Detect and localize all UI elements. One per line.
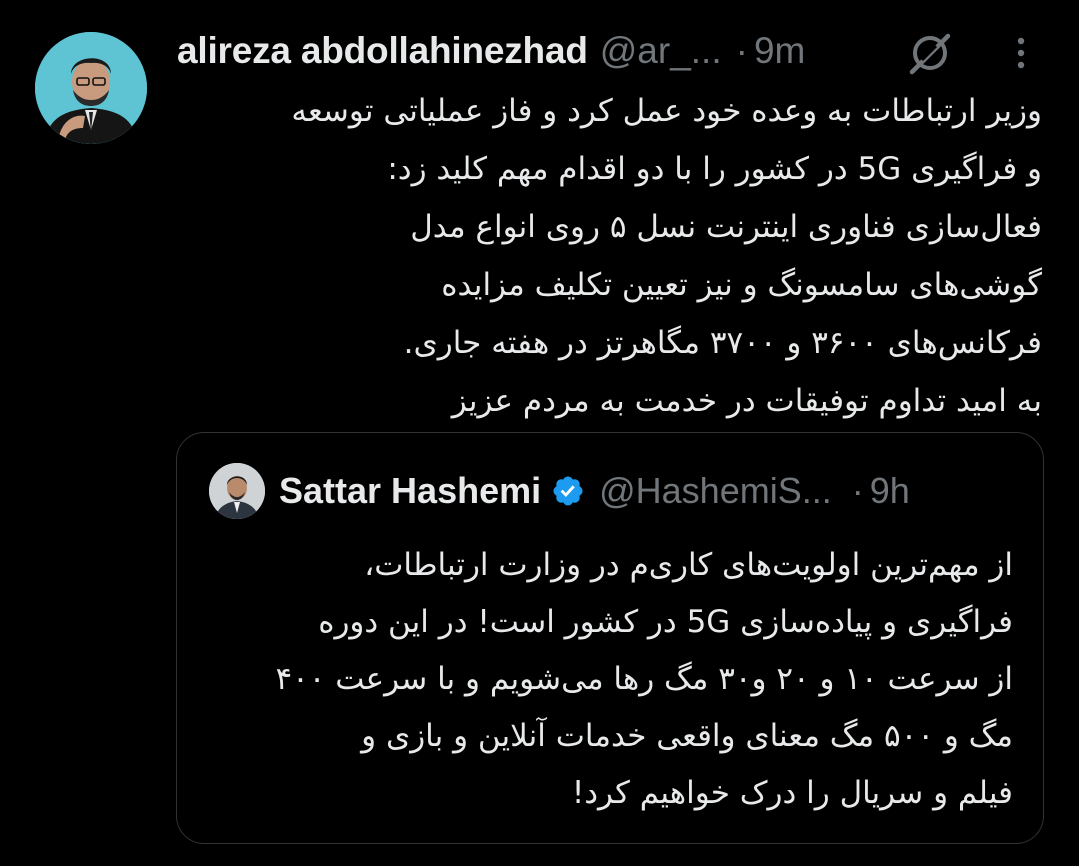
quoted-tweet-card[interactable]: Sattar Hashemi @HashemiS... · 9h از مهم‌… — [176, 432, 1044, 844]
more-options-icon[interactable] — [1006, 30, 1036, 76]
tweet-text-line: وزیر ارتباطات به وعده خود عمل کرد و فاز … — [291, 93, 1042, 129]
quoted-text-line: فراگیری و پیاده‌سازی 5G در کشور است! در … — [318, 604, 1013, 640]
tweet-text-line: و فراگیری 5G در کشور را با دو اقدام مهم … — [387, 151, 1042, 187]
user-avatar-icon — [35, 32, 147, 144]
separator-dot: · — [735, 30, 748, 71]
quoted-text-line: مگ و ۵۰۰ مگ معنای واقعی خدمات آنلاین و ب… — [361, 718, 1013, 754]
author-handle[interactable]: @ar_... — [600, 30, 722, 72]
tweet-text-line: به امید تداوم توفیقات در خدمت به مردم عز… — [451, 383, 1042, 419]
author-avatar[interactable] — [35, 32, 147, 144]
tweet-text-line: فرکانس‌های ۳۶۰۰ و ۳۷۰۰ مگاهرتز در هفته ج… — [403, 325, 1042, 361]
quoted-author-avatar[interactable] — [209, 463, 265, 519]
quoted-text-line: از سرعت ۱۰ و ۲۰ و۳۰ مگ رها می‌شویم و با … — [275, 661, 1013, 697]
tweet-text-line: فعال‌سازی فناوری اینترنت نسل ۵ روی انواع… — [410, 209, 1042, 245]
tweet-timestamp[interactable]: 9m — [754, 30, 805, 72]
quoted-tweet-text: از مهم‌ترین اولویت‌های کاری‌م در وزارت ا… — [205, 537, 1013, 822]
author-display-name[interactable]: alireza abdollahinezhad — [177, 30, 588, 72]
quoted-text-line: فیلم و سریال را درک خواهیم کرد! — [571, 775, 1013, 811]
quoted-tweet-header: Sattar Hashemi @HashemiS... · 9h — [279, 465, 1019, 517]
quoted-text-line: از مهم‌ترین اولویت‌های کاری‌م در وزارت ا… — [364, 547, 1013, 583]
quoted-author-display-name[interactable]: Sattar Hashemi — [279, 470, 541, 512]
grok-icon[interactable] — [904, 30, 956, 76]
user-avatar-icon — [209, 463, 265, 519]
verified-badge-icon — [553, 476, 583, 506]
tweet[interactable]: alireza abdollahinezhad @ar_... · 9m وزی… — [0, 0, 1079, 866]
quoted-author-handle[interactable]: @HashemiS... — [599, 470, 832, 512]
quoted-tweet-timestamp[interactable]: 9h — [870, 470, 910, 512]
tweet-text-line: گوشی‌های سامسونگ و نیز تعیین تکلیف مزاید… — [441, 267, 1042, 303]
separator-dot: · — [851, 470, 864, 511]
tweet-text: وزیر ارتباطات به وعده خود عمل کرد و فاز … — [178, 82, 1042, 430]
